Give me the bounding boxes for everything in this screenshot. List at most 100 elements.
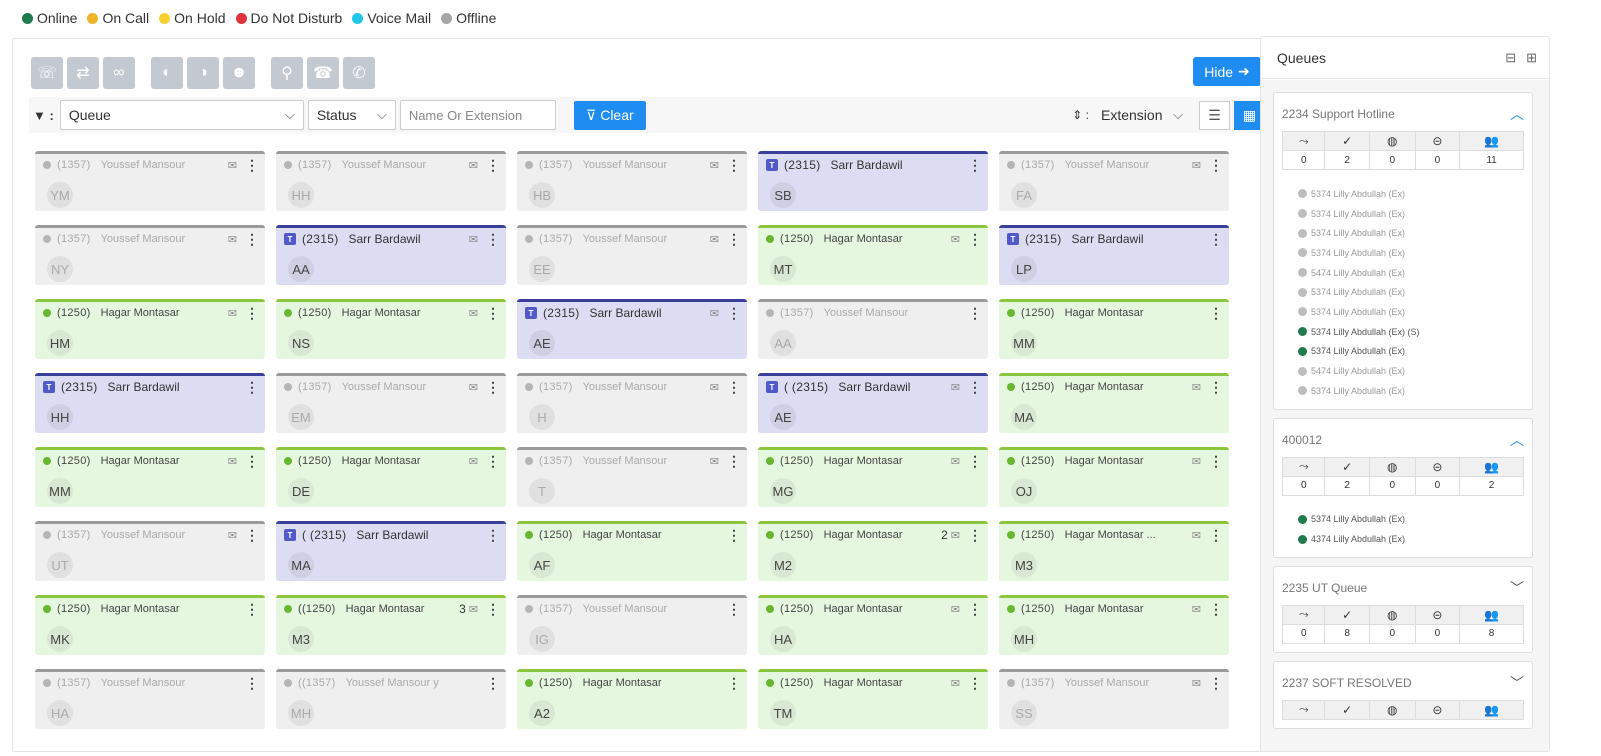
mail-icon[interactable]: ✉ bbox=[1192, 529, 1201, 542]
agent-card[interactable]: (1357) Youssef Mansour ⋮ HA bbox=[35, 669, 265, 729]
more-options-icon[interactable]: ⋮ bbox=[245, 453, 259, 470]
more-options-icon[interactable]: ⋮ bbox=[727, 675, 741, 692]
more-options-icon[interactable]: ⋮ bbox=[486, 157, 500, 174]
agent-card[interactable]: T (2315) Sarr Bardawil ✉ ⋮ AE bbox=[517, 299, 747, 359]
mail-icon[interactable]: ✉ bbox=[951, 529, 960, 542]
agent-card[interactable]: (1250) Hagar Montasar 2 ✉ ⋮ M2 bbox=[758, 521, 988, 581]
collapse-all-icon[interactable]: ⊟ bbox=[1505, 50, 1516, 66]
agent-card[interactable]: T (2315) Sarr Bardawil ✉ ⋮ AA bbox=[276, 225, 506, 285]
more-options-icon[interactable]: ⋮ bbox=[968, 379, 982, 396]
more-options-icon[interactable]: ⋮ bbox=[486, 305, 500, 322]
pickup-icon[interactable]: ⚲ bbox=[271, 57, 303, 89]
agent-card[interactable]: (1250) Hagar Montasar ✉ ⋮ HM bbox=[35, 299, 265, 359]
agent-card[interactable]: (1250) Hagar Montasar ✉ ⋮ MT bbox=[758, 225, 988, 285]
agent-card[interactable]: (1250) Hagar Montasar ✉ ⋮ DE bbox=[276, 447, 506, 507]
agent-card[interactable]: (1250) Hagar Montasar ✉ ⋮ MG bbox=[758, 447, 988, 507]
more-options-icon[interactable]: ⋮ bbox=[727, 453, 741, 470]
name-extension-input[interactable]: Name Or Extension bbox=[399, 100, 556, 130]
queue-header[interactable]: 2234 Support Hotline ︿ bbox=[1282, 101, 1524, 127]
chevron-up-icon[interactable]: ︿ bbox=[1510, 430, 1524, 450]
more-options-icon[interactable]: ⋮ bbox=[245, 157, 259, 174]
more-options-icon[interactable]: ⋮ bbox=[245, 305, 259, 322]
more-options-icon[interactable]: ⋮ bbox=[1209, 231, 1223, 248]
more-options-icon[interactable]: ⋮ bbox=[727, 527, 741, 544]
mail-icon[interactable]: ✉ bbox=[469, 233, 478, 246]
agent-card[interactable]: (1357) Youssef Mansour ✉ ⋮ FA bbox=[999, 151, 1229, 211]
agent-card[interactable]: (1250) Hagar Montasar ⋮ AF bbox=[517, 521, 747, 581]
mail-icon[interactable]: ✉ bbox=[951, 455, 960, 468]
more-options-icon[interactable]: ⋮ bbox=[968, 453, 982, 470]
agent-card[interactable]: (1357) Youssef Mansour ✉ ⋮ EE bbox=[517, 225, 747, 285]
more-options-icon[interactable]: ⋮ bbox=[245, 231, 259, 248]
mail-icon[interactable]: ✉ bbox=[710, 381, 719, 394]
mail-icon[interactable]: ✉ bbox=[951, 603, 960, 616]
agent-card[interactable]: (1357) Youssef Mansour ✉ ⋮ UT bbox=[35, 521, 265, 581]
more-options-icon[interactable]: ⋮ bbox=[727, 601, 741, 618]
agent-card[interactable]: (1357) Youssef Mansour ⋮ AA bbox=[758, 299, 988, 359]
call-assist-icon[interactable]: ⇄ bbox=[67, 57, 99, 89]
more-options-icon[interactable]: ⋮ bbox=[968, 527, 982, 544]
more-options-icon[interactable]: ⋮ bbox=[486, 453, 500, 470]
queue-select[interactable]: Queue ⌵ bbox=[59, 100, 304, 130]
queue-header[interactable]: 2237 SOFT RESOLVED ﹀ bbox=[1282, 670, 1524, 696]
mail-icon[interactable]: ✉ bbox=[228, 529, 237, 542]
agent-card[interactable]: (1357) Youssef Mansour ✉ ⋮ H bbox=[517, 373, 747, 433]
chevron-down-icon[interactable]: ﹀ bbox=[1510, 578, 1524, 598]
hide-button[interactable]: Hide ➜ bbox=[1193, 57, 1261, 86]
mail-icon[interactable]: ✉ bbox=[951, 381, 960, 394]
more-options-icon[interactable]: ⋮ bbox=[968, 675, 982, 692]
more-options-icon[interactable]: ⋮ bbox=[1209, 305, 1223, 322]
agent-card[interactable]: (1250) Hagar Montasar ✉ ⋮ NS bbox=[276, 299, 506, 359]
agent-card[interactable]: (1250) Hagar Montasar ✉ ⋮ MH bbox=[999, 595, 1229, 655]
agent-card[interactable]: ((1357) Youssef Mansour y ⋮ MH bbox=[276, 669, 506, 729]
mail-icon[interactable]: ✉ bbox=[1192, 677, 1201, 690]
agent-card[interactable]: T ( (2315) Sarr Bardawil ⋮ MA bbox=[276, 521, 506, 581]
more-options-icon[interactable]: ⋮ bbox=[245, 527, 259, 544]
more-options-icon[interactable]: ⋮ bbox=[727, 305, 741, 322]
agent-card[interactable]: ((1250) Hagar Montasar 3 ✉ ⋮ M3 bbox=[276, 595, 506, 655]
agent-card[interactable]: (1357) Youssef Mansour ✉ ⋮ YM bbox=[35, 151, 265, 211]
expand-all-icon[interactable]: ⊞ bbox=[1526, 50, 1537, 66]
mail-icon[interactable]: ✉ bbox=[228, 159, 237, 172]
mail-icon[interactable]: ✉ bbox=[1192, 159, 1201, 172]
more-options-icon[interactable]: ⋮ bbox=[245, 379, 259, 396]
agent-card[interactable]: (1357) Youssef Mansour ✉ ⋮ T bbox=[517, 447, 747, 507]
agent-card[interactable]: T (2315) Sarr Bardawil ⋮ HH bbox=[35, 373, 265, 433]
queue-header[interactable]: 2235 UT Queue ﹀ bbox=[1282, 575, 1524, 601]
more-options-icon[interactable]: ⋮ bbox=[486, 379, 500, 396]
more-options-icon[interactable]: ⋮ bbox=[486, 601, 500, 618]
status-select[interactable]: Status ⌵ bbox=[307, 100, 396, 130]
more-options-icon[interactable]: ⋮ bbox=[727, 157, 741, 174]
more-options-icon[interactable]: ⋮ bbox=[1209, 453, 1223, 470]
mail-icon[interactable]: ✉ bbox=[228, 233, 237, 246]
mail-icon[interactable]: ✉ bbox=[710, 307, 719, 320]
more-options-icon[interactable]: ⋮ bbox=[727, 379, 741, 396]
mail-icon[interactable]: ✉ bbox=[469, 455, 478, 468]
agent-card[interactable]: (1250) Hagar Montasar ⋮ A2 bbox=[517, 669, 747, 729]
hangup-icon[interactable]: ☎ bbox=[307, 57, 339, 89]
more-options-icon[interactable]: ⋮ bbox=[486, 675, 500, 692]
agent-card[interactable]: (1357) Youssef Mansour ⋮ IG bbox=[517, 595, 747, 655]
clear-button[interactable]: ⊽ Clear bbox=[573, 100, 646, 130]
more-options-icon[interactable]: ⋮ bbox=[245, 601, 259, 618]
more-options-icon[interactable]: ⋮ bbox=[727, 231, 741, 248]
agent-card[interactable]: (1250) Hagar Montasar ✉ ⋮ OJ bbox=[999, 447, 1229, 507]
mail-icon[interactable]: ✉ bbox=[228, 307, 237, 320]
agent-card[interactable]: (1250) Hagar Montasar ⋮ MK bbox=[35, 595, 265, 655]
more-options-icon[interactable]: ⋮ bbox=[968, 157, 982, 174]
more-options-icon[interactable]: ⋮ bbox=[486, 231, 500, 248]
agent-card[interactable]: (1250) Hagar Montasar ✉ ⋮ MA bbox=[999, 373, 1229, 433]
mail-icon[interactable]: ✉ bbox=[1192, 603, 1201, 616]
more-options-icon[interactable]: ⋮ bbox=[968, 231, 982, 248]
mail-icon[interactable]: ✉ bbox=[469, 159, 478, 172]
agent-card[interactable]: (1357) Youssef Mansour ✉ ⋮ NY bbox=[35, 225, 265, 285]
mail-icon[interactable]: ✉ bbox=[469, 603, 478, 616]
sort-select[interactable]: Extension ⌵ bbox=[1093, 100, 1191, 130]
more-options-icon[interactable]: ⋮ bbox=[245, 675, 259, 692]
listen-icon[interactable]: ◐ bbox=[151, 57, 183, 89]
voicemail-icon[interactable]: ∞ bbox=[103, 57, 135, 89]
mail-icon[interactable]: ✉ bbox=[951, 677, 960, 690]
more-options-icon[interactable]: ⋮ bbox=[968, 601, 982, 618]
agent-card[interactable]: T ( (2315) Sarr Bardawil ✉ ⋮ AE bbox=[758, 373, 988, 433]
mail-icon[interactable]: ✉ bbox=[228, 455, 237, 468]
